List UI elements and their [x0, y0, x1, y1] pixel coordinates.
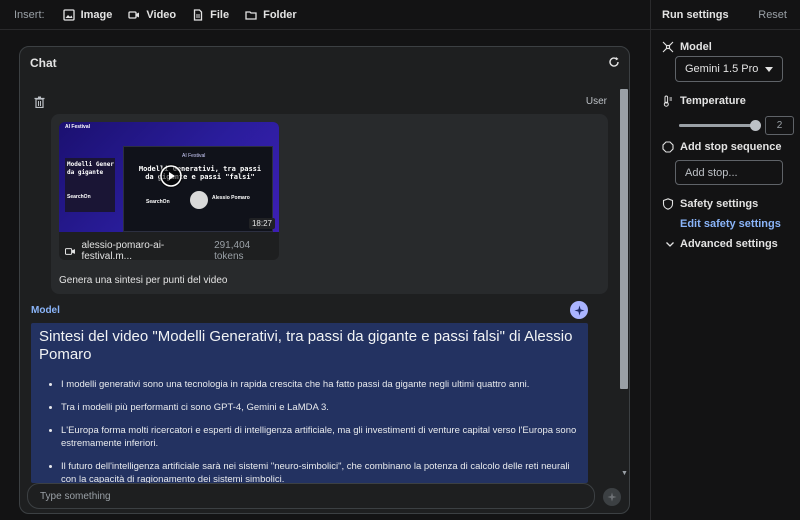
model-role-label: Model [31, 305, 60, 316]
chat-input-placeholder: Type something [40, 490, 111, 502]
insert-folder-button[interactable]: Folder [245, 9, 297, 21]
folder-icon [245, 10, 257, 20]
chevron-down-icon [666, 241, 674, 247]
model-section: Model [662, 41, 712, 53]
presenter-name: Alessio Pomaro [212, 195, 250, 201]
insert-video-label: Video [146, 8, 177, 21]
chat-scrollbar-thumb[interactable] [620, 89, 628, 389]
refresh-icon[interactable] [608, 56, 620, 68]
model-dropdown-value: Gemini 1.5 Pro [685, 63, 759, 75]
temperature-label: Temperature [680, 95, 746, 107]
thumbnail-stage-screen: Modelli Gener da gigante SearchOn [65, 158, 115, 212]
shield-icon [662, 198, 674, 210]
temperature-slider-fill [679, 124, 755, 127]
safety-section: Safety settings [662, 198, 758, 210]
insert-folder-label: Folder [263, 8, 297, 21]
run-settings-title: Run settings [662, 8, 729, 21]
chevron-down-icon [765, 66, 773, 72]
advanced-settings-toggle[interactable]: Advanced settings [666, 238, 778, 250]
stop-sequence-section: Add stop sequence [662, 141, 781, 153]
run-settings-panel: Run settings Reset Model Gemini 1.5 Pro … [650, 0, 800, 520]
response-bullet: L'Europa forma molti ricercatori e esper… [61, 424, 580, 450]
sparkle-icon[interactable] [570, 301, 588, 319]
play-icon[interactable] [159, 164, 183, 188]
slide-logo: SearchOn [146, 199, 170, 205]
temperature-slider[interactable] [679, 120, 761, 131]
reset-button[interactable]: Reset [758, 9, 787, 21]
chat-scrollbar[interactable]: ▼ [619, 89, 628, 477]
run-settings-header: Run settings Reset [651, 0, 800, 30]
temperature-slider-thumb[interactable] [750, 120, 761, 131]
insert-toolbar: Insert: Image Video File Folder [0, 0, 650, 30]
thermometer-icon [663, 95, 672, 107]
advanced-settings-label: Advanced settings [680, 238, 778, 250]
scroll-down-arrow-icon[interactable]: ▼ [621, 470, 628, 477]
user-role-label: User [585, 96, 607, 107]
response-bullet: I modelli generativi sono una tecnologia… [61, 378, 580, 391]
insert-label: Insert: [14, 8, 45, 21]
send-button[interactable] [603, 488, 621, 506]
response-bullet: Il futuro dell'intelligenza artificiale … [61, 460, 580, 483]
video-file-icon [65, 247, 75, 255]
model-dropdown[interactable]: Gemini 1.5 Pro [675, 56, 783, 82]
model-icon [662, 41, 674, 53]
response-title: Sintesi del video "Modelli Generativi, t… [39, 328, 573, 363]
insert-image-button[interactable]: Image [62, 8, 113, 21]
chat-panel: Chat User AI Festival Modelli Gener da g… [19, 46, 630, 514]
temperature-input[interactable]: 2 [765, 116, 794, 135]
stop-icon [662, 141, 674, 153]
insert-file-button[interactable]: File [192, 9, 229, 21]
thumbnail-logo: SearchOn [67, 194, 91, 200]
video-thumbnail[interactable]: AI Festival Modelli Gener da gigante Sea… [59, 122, 279, 232]
stop-sequence-label: Add stop sequence [680, 141, 782, 153]
response-bullet: Tra i modelli più performanti ci sono GP… [61, 401, 580, 414]
video-duration: 18:27 [248, 218, 275, 229]
video-icon [128, 10, 140, 19]
edit-safety-settings-link[interactable]: Edit safety settings [680, 218, 781, 230]
video-token-count: 291,404 tokens [214, 240, 251, 260]
thumbnail-brand: AI Festival [65, 124, 91, 130]
response-bullets: I modelli generativi sono una tecnologia… [39, 378, 580, 483]
send-sparkle-icon [607, 492, 617, 502]
slide-brand: AI Festival [182, 153, 206, 159]
thumbnail-stage-text: Modelli Gener da gigante [67, 161, 114, 176]
safety-settings-label: Safety settings [680, 198, 759, 210]
file-icon [193, 8, 203, 21]
video-filename: alessio-pomaro-ai-festival.m... [81, 240, 165, 260]
insert-video-button[interactable]: Video [128, 9, 176, 21]
chat-input[interactable]: Type something [27, 483, 595, 509]
temperature-section: Temperature [662, 95, 746, 107]
image-icon [62, 8, 75, 21]
user-message: AI Festival Modelli Gener da gigante Sea… [51, 114, 608, 294]
insert-file-label: File [210, 8, 230, 21]
chat-title: Chat [30, 56, 57, 70]
presenter-avatar [190, 191, 208, 209]
stop-sequence-input[interactable]: Add stop... [675, 160, 783, 185]
user-prompt-text: Genera una sintesi per punti del video [59, 275, 228, 286]
model-section-label: Model [680, 41, 712, 53]
slide-title: Modelli Generativi, tra passi da gigante… [138, 165, 262, 181]
model-response: Sintesi del video "Modelli Generativi, t… [31, 323, 588, 483]
delete-icon[interactable] [34, 96, 45, 108]
video-meta: alessio-pomaro-ai-festival.m... 291,404 … [65, 240, 279, 260]
insert-image-label: Image [80, 8, 113, 21]
video-attachment[interactable]: AI Festival Modelli Gener da gigante Sea… [59, 122, 279, 260]
